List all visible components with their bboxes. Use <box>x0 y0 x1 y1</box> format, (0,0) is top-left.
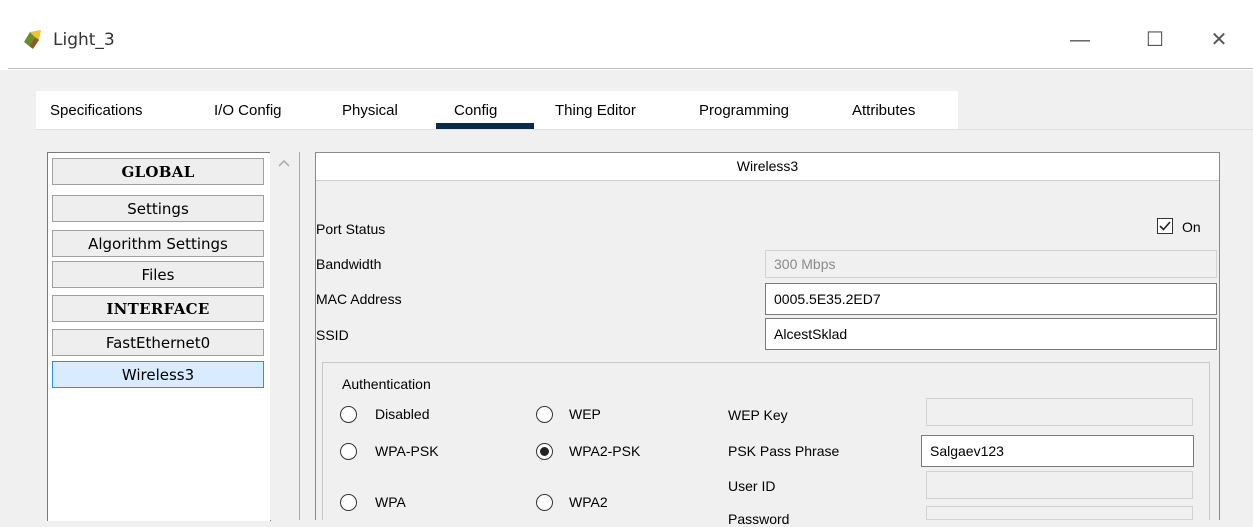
list-header-global: GLOBAL <box>52 158 264 185</box>
radio-disabled-label: Disabled <box>375 406 430 422</box>
radio-wpa2-label: WPA2 <box>569 494 608 510</box>
radio-wpa[interactable] <box>340 494 357 511</box>
radio-wpa2[interactable] <box>536 494 553 511</box>
user-id-field <box>926 471 1193 499</box>
radio-wep[interactable] <box>536 406 553 423</box>
radio-disabled[interactable] <box>340 406 357 423</box>
radio-wpa-label: WPA <box>375 494 406 510</box>
app-icon <box>21 28 45 52</box>
radio-wep-label: WEP <box>569 406 601 422</box>
list-item-wireless3[interactable]: Wireless3 <box>52 361 264 388</box>
scroll-up-icon[interactable] <box>276 157 292 169</box>
minimize-button[interactable]: — <box>1057 22 1103 58</box>
port-status-checkbox[interactable] <box>1157 218 1173 234</box>
psk-pass-phrase-field[interactable]: Salgaev123 <box>921 435 1194 467</box>
interface-list: GLOBAL Settings Algorithm Settings Files… <box>47 152 271 521</box>
bandwidth-field: 300 Mbps <box>765 250 1217 278</box>
bandwidth-label: Bandwidth <box>316 256 382 272</box>
authentication-title: Authentication <box>342 376 431 392</box>
tab-attributes[interactable]: Attributes <box>852 102 915 119</box>
list-scrollbar[interactable] <box>270 152 300 520</box>
tab-programming[interactable]: Programming <box>699 102 789 119</box>
mac-address-field[interactable]: 0005.5E35.2ED7 <box>765 283 1217 315</box>
list-item-settings[interactable]: Settings <box>52 195 264 222</box>
panel-title: Wireless3 <box>316 153 1219 181</box>
password-field <box>926 506 1193 520</box>
radio-wpa2-psk-label: WPA2-PSK <box>569 443 641 459</box>
port-status-on-label: On <box>1182 219 1201 235</box>
port-status-label: Port Status <box>316 221 386 237</box>
list-item-fastethernet0[interactable]: FastEthernet0 <box>52 329 264 356</box>
ssid-label: SSID <box>316 327 349 343</box>
mac-address-label: MAC Address <box>316 291 402 307</box>
tab-config[interactable]: Config <box>454 102 497 119</box>
title-bar-divider <box>8 68 1253 69</box>
radio-wpa-psk[interactable] <box>340 443 357 460</box>
list-item-algorithm-settings[interactable]: Algorithm Settings <box>52 230 264 257</box>
wep-key-field <box>926 398 1193 426</box>
close-button[interactable]: ✕ <box>1196 22 1242 58</box>
list-header-interface: INTERFACE <box>52 295 264 322</box>
wep-key-label: WEP Key <box>728 407 788 423</box>
radio-wpa-psk-label: WPA-PSK <box>375 443 439 459</box>
tab-physical[interactable]: Physical <box>342 102 398 119</box>
list-item-files[interactable]: Files <box>52 261 264 288</box>
ssid-field[interactable]: AlcestSklad <box>765 318 1217 350</box>
password-label: Password <box>728 511 790 527</box>
user-id-label: User ID <box>728 478 776 494</box>
maximize-button[interactable]: ☐ <box>1132 22 1178 58</box>
window-title: Light_3 <box>53 30 115 50</box>
tab-specifications[interactable]: Specifications <box>50 102 143 119</box>
psk-pass-phrase-label: PSK Pass Phrase <box>728 443 840 459</box>
radio-wpa2-psk[interactable] <box>536 443 553 460</box>
tab-thing-editor[interactable]: Thing Editor <box>555 102 636 119</box>
tab-io-config[interactable]: I/O Config <box>214 102 282 119</box>
